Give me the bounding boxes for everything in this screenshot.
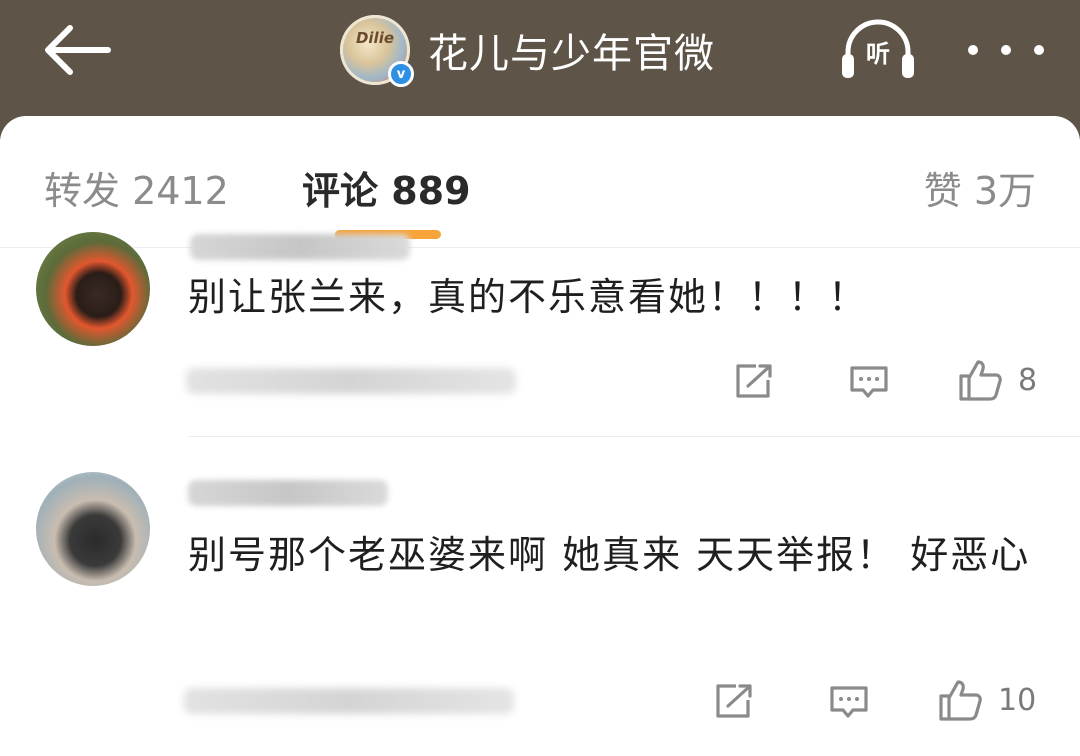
comment-item: 别号那个老巫婆来啊 她真来 天天举报！ 好恶心 10 (0, 456, 1080, 756)
comment-icon (830, 686, 868, 718)
username-blurred[interactable] (188, 480, 388, 506)
share-icon (716, 684, 752, 718)
avatar-logo-text: Dilie (355, 29, 395, 47)
comment-item: 别让张兰来，真的不乐意看她！！！！ 8 (0, 212, 1080, 442)
verified-icon: v (388, 61, 414, 87)
like-count: 8 (1018, 362, 1038, 398)
account-title[interactable]: Dilie v 花儿与少年官微 (340, 14, 715, 87)
share-button[interactable] (734, 362, 774, 400)
tab-comments[interactable]: 评论 889 (302, 160, 471, 215)
comments-sheet: 转发 2412 评论 889 赞 3万 别让张兰来，真的不乐意看她！！！！ 8 … (0, 116, 1080, 756)
reply-button[interactable] (828, 684, 870, 720)
comment-text: 别号那个老巫婆来啊 她真来 天天举报！ 好恶心 (188, 533, 1031, 577)
share-button[interactable] (714, 682, 754, 720)
like-button[interactable]: 8 (958, 358, 1037, 402)
like-icon (939, 680, 982, 721)
account-avatar[interactable]: Dilie v (340, 15, 414, 87)
comment-divider (188, 436, 1080, 437)
share-icon (736, 364, 772, 398)
account-name[interactable]: 花儿与少年官微 (428, 21, 715, 79)
comment-meta-blurred (186, 368, 516, 394)
username-blurred[interactable] (190, 234, 410, 260)
comment-icon (850, 366, 888, 398)
avatar[interactable] (36, 232, 150, 346)
comment-text: 别让张兰来，真的不乐意看她！！！！ (188, 275, 869, 319)
like-count: 10 (998, 682, 1037, 718)
back-arrow-icon (45, 25, 111, 75)
more-icon[interactable] (968, 20, 1044, 80)
tab-likes[interactable]: 赞 3万 (924, 160, 1036, 215)
reply-button[interactable] (848, 364, 890, 400)
like-icon (959, 360, 1002, 401)
listen-button[interactable]: 听 (840, 18, 916, 82)
like-button[interactable]: 10 (938, 678, 1036, 722)
avatar[interactable] (36, 472, 150, 586)
listen-label: 听 (866, 40, 890, 68)
comment-meta-blurred (184, 688, 514, 714)
tab-reposts[interactable]: 转发 2412 (44, 160, 229, 215)
back-button[interactable] (38, 20, 114, 80)
